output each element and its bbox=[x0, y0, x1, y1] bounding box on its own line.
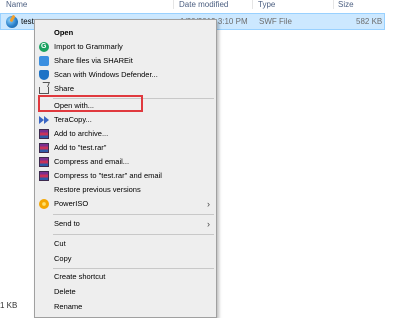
menu-item-create-shortcut[interactable]: Create shortcut bbox=[35, 270, 216, 284]
grammarly-icon bbox=[39, 42, 49, 52]
share-icon bbox=[39, 87, 49, 94]
menu-item-label: TeraCopy... bbox=[54, 115, 92, 124]
menu-item-open[interactable]: Open bbox=[35, 26, 216, 40]
menu-item-label: Restore previous versions bbox=[54, 185, 141, 194]
menu-item-shareit[interactable]: Share files via SHAREit bbox=[35, 54, 216, 68]
menu-item-label: Delete bbox=[54, 287, 76, 296]
windows-defender-icon bbox=[39, 70, 49, 80]
menu-item-import-grammarly[interactable]: Import to Grammarly bbox=[35, 40, 216, 54]
column-divider[interactable] bbox=[252, 0, 253, 9]
menu-item-label: Share files via SHAREit bbox=[54, 56, 133, 65]
menu-item-label: Open bbox=[54, 28, 74, 37]
menu-separator bbox=[53, 268, 214, 269]
menu-item-label: Import to Grammarly bbox=[54, 42, 123, 51]
winrar-icon bbox=[39, 143, 49, 153]
swf-file-icon bbox=[6, 16, 18, 28]
menu-item-label: Add to "test.rar" bbox=[54, 143, 107, 152]
column-divider[interactable] bbox=[173, 0, 174, 9]
winrar-icon bbox=[39, 171, 49, 181]
teracopy-icon bbox=[39, 116, 49, 124]
menu-item-delete[interactable]: Delete bbox=[35, 285, 216, 299]
column-header-type[interactable]: Type bbox=[258, 0, 275, 10]
winrar-icon bbox=[39, 129, 49, 139]
menu-item-copy[interactable]: Copy bbox=[35, 252, 216, 266]
column-header-name[interactable]: Name bbox=[6, 0, 27, 10]
menu-item-compress-rar-email[interactable]: Compress to "test.rar" and email bbox=[35, 169, 216, 183]
menu-item-poweriso[interactable]: PowerISO › bbox=[35, 197, 216, 211]
menu-item-share[interactable]: Share bbox=[35, 82, 216, 96]
context-menu: Open Import to Grammarly Share files via… bbox=[34, 19, 217, 318]
chevron-right-icon: › bbox=[207, 199, 210, 209]
menu-item-label: Add to archive... bbox=[54, 129, 109, 138]
menu-item-add-to-archive[interactable]: Add to archive... bbox=[35, 127, 216, 141]
menu-item-label: Send to bbox=[54, 219, 80, 228]
menu-item-label: Copy bbox=[54, 254, 72, 263]
menu-item-rename[interactable]: Rename bbox=[35, 300, 216, 314]
column-divider[interactable] bbox=[333, 0, 334, 9]
shareit-icon bbox=[39, 56, 49, 66]
column-header-date-modified[interactable]: Date modified bbox=[179, 0, 228, 10]
menu-item-cut[interactable]: Cut bbox=[35, 237, 216, 251]
menu-item-label: Share bbox=[54, 84, 75, 93]
winrar-icon bbox=[39, 157, 49, 167]
menu-item-add-to-rar[interactable]: Add to "test.rar" bbox=[35, 141, 216, 155]
menu-item-label: PowerISO bbox=[54, 199, 89, 208]
menu-item-label: Create shortcut bbox=[54, 272, 106, 281]
poweriso-icon bbox=[39, 199, 49, 209]
menu-item-label: Scan with Windows Defender... bbox=[54, 70, 158, 79]
menu-item-label: Rename bbox=[54, 302, 83, 311]
annotation-highlight-box bbox=[38, 95, 143, 112]
status-size-text: 1 KB bbox=[0, 301, 18, 310]
menu-separator bbox=[53, 214, 214, 215]
menu-item-scan-defender[interactable]: Scan with Windows Defender... bbox=[35, 68, 216, 82]
menu-item-label: Compress and email... bbox=[54, 157, 130, 166]
file-size: 582 KB bbox=[356, 17, 383, 26]
column-header-size[interactable]: Size bbox=[338, 0, 354, 10]
menu-item-label: Cut bbox=[54, 239, 66, 248]
menu-item-compress-email[interactable]: Compress and email... bbox=[35, 155, 216, 169]
menu-separator bbox=[53, 234, 214, 235]
menu-item-teracopy[interactable]: TeraCopy... bbox=[35, 113, 216, 127]
file-type: SWF File bbox=[259, 17, 292, 26]
menu-item-label: Compress to "test.rar" and email bbox=[54, 171, 162, 180]
menu-item-send-to[interactable]: Send to › bbox=[35, 217, 216, 231]
file-name: test bbox=[21, 17, 34, 26]
menu-item-restore-previous[interactable]: Restore previous versions bbox=[35, 183, 216, 197]
chevron-right-icon: › bbox=[207, 219, 210, 229]
